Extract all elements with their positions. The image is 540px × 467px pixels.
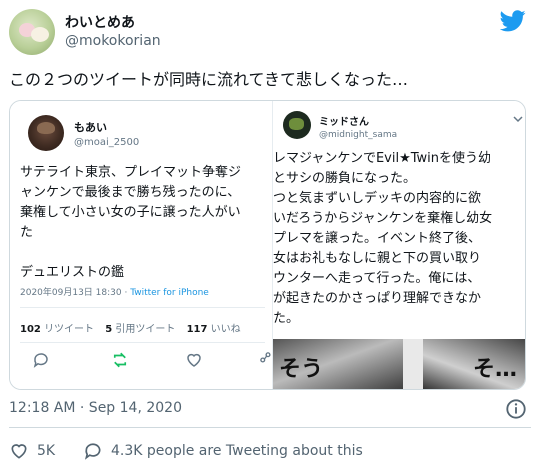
screenshot-date: 2020年09月13日 18:30 · Twitter for iPhone [20,285,209,298]
body-line: が起きたのかさっぱり理解できなか [273,291,482,306]
divider [9,427,531,428]
date-text: 2020年09月13日 18:30 [20,288,122,298]
screenshot-body: レマジャンケンでEvil★Twinを使う幼 とサシの勝負になった。 つと気まずい… [273,149,525,329]
body-line: つと気まずいしデッキの内容的に欲 [273,191,482,206]
divider [20,307,265,308]
body-line: ウンターへ走って行った。俺には、 [273,271,481,286]
body-line: レマジャンケンでEvil★Twinを使う幼 [273,151,492,166]
screenshot-name: もあい [74,121,107,134]
source-text: Twitter for iPhone [130,288,209,298]
manga-text: そ… [473,357,518,382]
tweet-header: わいとめあ @mokokorian [0,0,540,62]
screenshot-handle: @moai_2500 [74,137,140,148]
body-line: ャンケンで最後まで勝ち残ったのに、 [20,185,241,200]
body-line: サテライト東京、プレイマット争奪ジ [20,165,242,180]
body-line: プレマを譲った。イベント終了後、 [273,231,482,246]
people-tweeting-link[interactable]: 4.3K people are Tweeting about this [111,443,363,459]
author-handle[interactable]: @mokokorian [65,33,161,49]
retweets-label: リツイート [44,324,95,335]
likes-label: いいね [210,324,241,335]
retweets-count: 102 [20,324,41,335]
left-screenshot: もあい @moai_2500 サテライト東京、プレイマット争奪ジ ャンケンで最後… [10,101,272,389]
manga-text: そう [279,357,324,382]
like-count[interactable]: 5K [37,443,55,459]
screenshot-body: サテライト東京、プレイマット争奪ジ ャンケンで最後まで勝ち残ったのに、 棄権して… [20,163,272,243]
twitter-logo-icon[interactable] [500,10,526,32]
quotes-label: 引用ツイート [115,324,176,335]
avatar[interactable] [9,9,55,55]
tweet-text: この２つのツイートが同時に流れてきて悲しくなった… [9,70,409,89]
retweet-icon [110,351,132,373]
body-line: いだろうからジャンケンを棄権し幼女 [273,211,493,226]
author-display-name[interactable]: わいとめあ [65,12,135,32]
manga-image: そう そ… [273,339,525,389]
screenshot-signature: デュエリストの鑑 [20,265,125,280]
heart-icon[interactable] [9,441,29,461]
screenshot-avatar [283,111,311,139]
right-screenshot: ミッドさん @midnight_sama レマジャンケンでEvil★Twinを使… [272,101,525,389]
tweet-timestamp[interactable]: 12:18 AM · Sep 14, 2020 [9,400,182,416]
screenshot-handle: @midnight_sama [319,130,398,140]
date-separator: · [121,288,131,298]
body-line: とサシの勝負になった。 [273,171,417,186]
likes-count: 117 [186,324,208,335]
chevron-down-icon [513,116,523,123]
quotes-count: 5 [105,324,113,335]
screenshot-stats: 102 リツイート 5 引用ツイート 117 いいね [20,320,241,335]
screenshot-avatar [28,115,64,151]
screenshot-name: ミッドさん [319,117,369,128]
divider [20,342,265,343]
body-line: 棄権して小さい女の子に譲った人がい [20,205,241,220]
attached-image[interactable]: もあい @moai_2500 サテライト東京、プレイマット争奪ジ ャンケンで最後… [9,100,526,390]
body-line: 女はお礼もなしに親と下の買い取り [273,251,482,266]
body-line: た。 [273,311,300,326]
body-line: た [20,225,34,240]
info-icon[interactable] [505,398,527,420]
reply-icon[interactable] [83,441,103,461]
heart-icon [185,351,207,373]
screenshot-actions [10,351,272,375]
reply-icon [32,351,54,373]
